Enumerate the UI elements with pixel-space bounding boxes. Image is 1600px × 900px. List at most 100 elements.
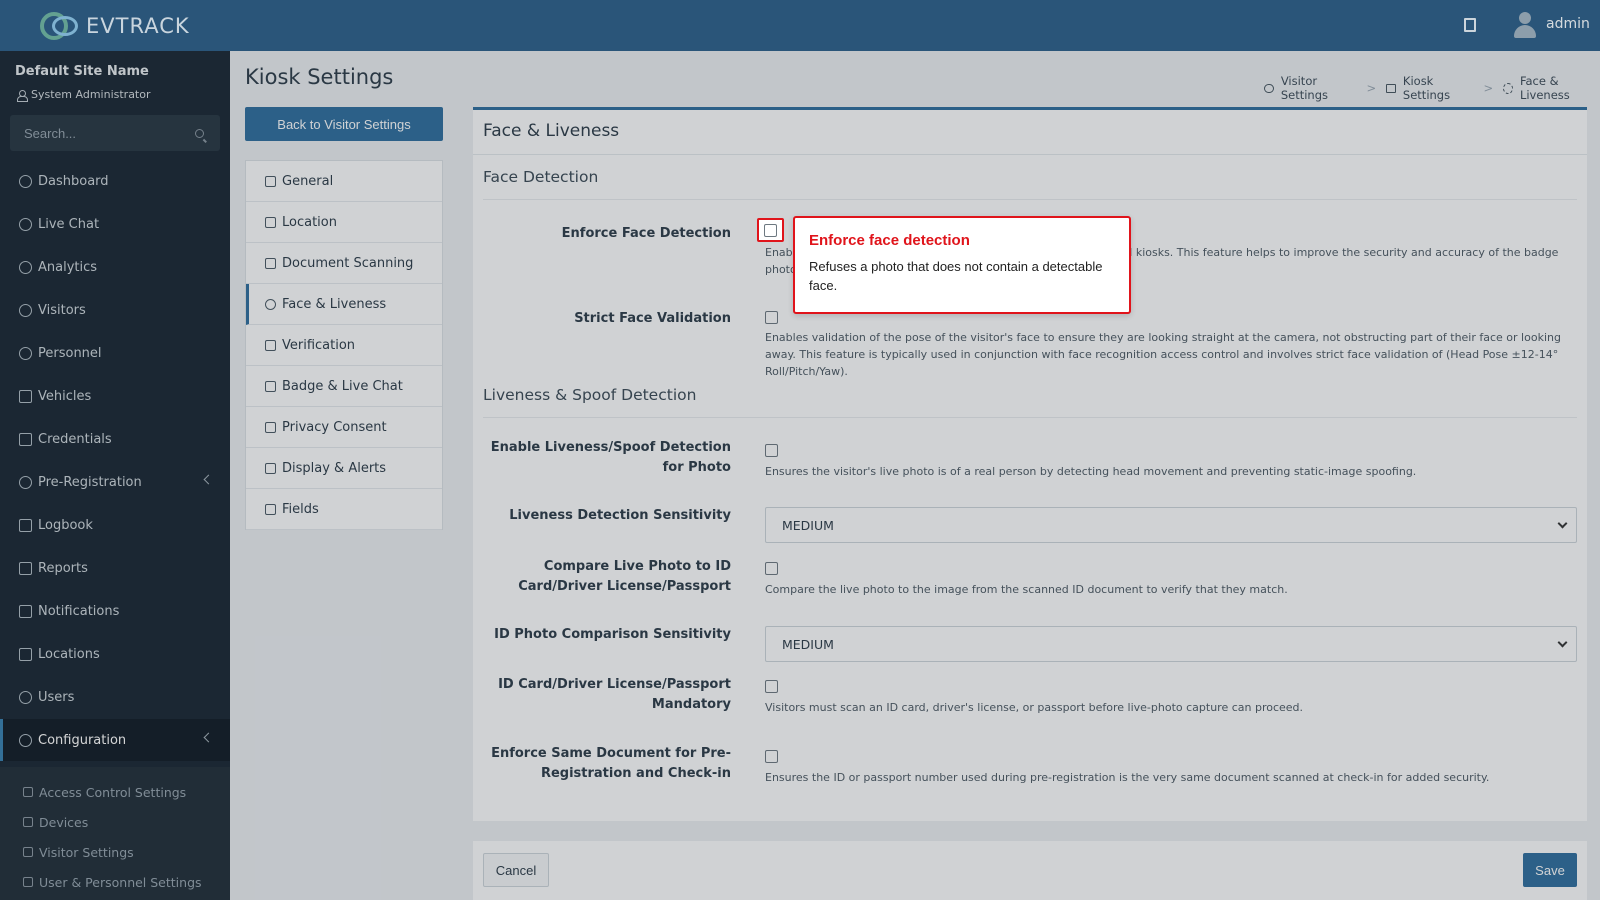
sidebar-item-pre-registration[interactable]: Pre-Registration [0, 461, 230, 503]
divider [483, 417, 1577, 418]
sidebar-subitem-label: User & Personnel Settings [39, 874, 202, 890]
subnav-item-location[interactable]: Location [246, 202, 442, 243]
subnav-item-label: Location [282, 214, 337, 230]
id-mandatory-checkbox[interactable] [765, 680, 778, 693]
breadcrumb-kiosk-settings[interactable]: Kiosk Settings [1403, 74, 1474, 102]
subnav-item-document-scanning[interactable]: Document Scanning [246, 243, 442, 284]
dashboard-icon [19, 174, 32, 188]
id-sensitivity-select[interactable]: MEDIUM [765, 626, 1577, 662]
top-bar: EVTRACK admin [0, 0, 1600, 51]
search-icon[interactable] [195, 129, 204, 138]
subnav-item-label: General [282, 173, 334, 189]
sidebar-item-users[interactable]: Users [0, 676, 230, 718]
search-input[interactable] [10, 115, 220, 151]
liveness-detection-help: Ensures the visitor's live photo is of a… [765, 465, 1417, 478]
sidebar-item-label: Visitors [38, 302, 86, 318]
subnav-item-verification[interactable]: Verification [246, 325, 442, 366]
list-check-icon [265, 503, 276, 515]
chevron-down-icon [1557, 518, 1568, 529]
user-role: System Administrator [17, 88, 151, 102]
eye-icon [23, 847, 33, 857]
sidebar: Default Site Name System Administrator D… [0, 51, 230, 900]
strict-face-validation-checkbox[interactable] [765, 311, 778, 324]
tooltip: Enforce face detection Refuses a photo t… [793, 216, 1131, 314]
eye-icon [1264, 83, 1274, 93]
building-icon[interactable] [1464, 18, 1476, 32]
user-avatar[interactable] [1512, 11, 1538, 39]
liveness-sensitivity-select[interactable]: MEDIUM [765, 507, 1577, 543]
sidebar-subitem-visitor-settings[interactable]: Visitor Settings [0, 837, 230, 867]
subnav-item-label: Face & Liveness [282, 296, 387, 312]
face-liveness-card: Face & Liveness Face Detection Enforce F… [473, 107, 1587, 821]
sidebar-item-label: Analytics [38, 259, 98, 275]
sidebar-item-locations[interactable]: Locations [0, 633, 230, 675]
notifications-icon [19, 604, 32, 618]
same-document-help: Ensures the ID or passport number used d… [765, 771, 1490, 784]
compare-id-checkbox[interactable] [765, 562, 778, 575]
sidebar-item-live-chat[interactable]: Live Chat [0, 203, 230, 245]
tooltip-body: Refuses a photo that does not contain a … [809, 259, 1103, 293]
id-mandatory-help: Visitors must scan an ID card, driver's … [765, 701, 1304, 714]
sidebar-subitem-user-personnel-settings[interactable]: User & Personnel Settings [0, 867, 230, 897]
breadcrumb-visitor-settings[interactable]: Visitor Settings [1281, 74, 1357, 102]
subnav-item-face-liveness[interactable]: Face & Liveness [246, 284, 442, 325]
sidebar-item-dashboard[interactable]: Dashboard [0, 160, 230, 202]
evtrack-logo[interactable]: EVTRACK [38, 11, 190, 41]
cancel-button[interactable]: Cancel [483, 853, 549, 887]
same-document-label: Enforce Same Document for Pre-Registrati… [491, 746, 731, 781]
subnav-item-badge-live-chat[interactable]: Badge & Live Chat [246, 366, 442, 407]
subnav-item-label: Document Scanning [282, 255, 414, 271]
help-text-fragment: n all kiosks. This feature helps to impr… [1109, 246, 1559, 259]
personnel-icon [19, 346, 32, 360]
tooltip-title: Enforce face detection [809, 232, 970, 249]
back-to-visitor-settings-button[interactable]: Back to Visitor Settings [245, 107, 443, 141]
liveness-detection-label: Enable Liveness/Spoof Detection for Phot… [490, 440, 731, 475]
gear-icon [1503, 82, 1513, 94]
sidebar-item-reports[interactable]: Reports [0, 547, 230, 589]
sidebar-item-label: Locations [38, 646, 100, 662]
sidebar-item-notifications[interactable]: Notifications [0, 590, 230, 632]
subnav-item-label: Display & Alerts [282, 460, 387, 476]
help-text-fragment: photo [765, 263, 797, 276]
breadcrumb: Visitor Settings > Kiosk Settings > Face… [1264, 74, 1600, 102]
save-button[interactable]: Save [1523, 853, 1577, 887]
subnav-item-privacy-consent[interactable]: Privacy Consent [246, 407, 442, 448]
card-title: Face & Liveness [483, 121, 620, 141]
breadcrumb-separator: > [1483, 81, 1494, 95]
users-icon [19, 690, 32, 704]
strict-face-validation-help: Enables validation of the pose of the vi… [765, 331, 1561, 378]
subnav-item-fields[interactable]: Fields [246, 489, 442, 530]
sidebar-item-label: Logbook [38, 517, 93, 533]
sidebar-item-label: Vehicles [38, 388, 92, 404]
car-icon [19, 389, 32, 403]
select-value: MEDIUM [782, 517, 834, 533]
sidebar-search [10, 115, 220, 151]
sidebar-item-configuration[interactable]: Configuration [0, 719, 230, 761]
headset-icon [19, 217, 32, 231]
sidebar-item-credentials[interactable]: Credentials [0, 418, 230, 460]
site-name: Default Site Name [15, 64, 149, 79]
user-name[interactable]: admin [1546, 16, 1590, 32]
enforce-face-detection-highlight[interactable] [757, 218, 784, 242]
book-icon [19, 518, 32, 532]
sidebar-item-analytics[interactable]: Analytics [0, 246, 230, 288]
sidebar-subitem-devices[interactable]: Devices [0, 807, 230, 837]
sidebar-subitem-access-control[interactable]: Access Control Settings [0, 777, 230, 807]
devices-icon [23, 817, 33, 827]
arrows-icon [19, 475, 32, 489]
subnav-item-display-alerts[interactable]: Display & Alerts [246, 448, 442, 489]
sidebar-item-label: Dashboard [38, 173, 109, 189]
privacy-icon [265, 421, 276, 433]
sidebar-item-logbook[interactable]: Logbook [0, 504, 230, 546]
divider [473, 154, 1587, 155]
select-value: MEDIUM [782, 636, 834, 652]
divider [483, 199, 1577, 200]
liveness-detection-checkbox[interactable] [765, 444, 778, 457]
sidebar-item-vehicles[interactable]: Vehicles [0, 375, 230, 417]
enforce-face-detection-checkbox[interactable] [764, 224, 777, 237]
sidebar-item-personnel[interactable]: Personnel [0, 332, 230, 374]
subnav-item-general[interactable]: General [246, 161, 442, 202]
same-document-checkbox[interactable] [765, 750, 778, 763]
sidebar-subitem-label: Devices [39, 814, 89, 830]
sidebar-item-visitors[interactable]: Visitors [0, 289, 230, 331]
